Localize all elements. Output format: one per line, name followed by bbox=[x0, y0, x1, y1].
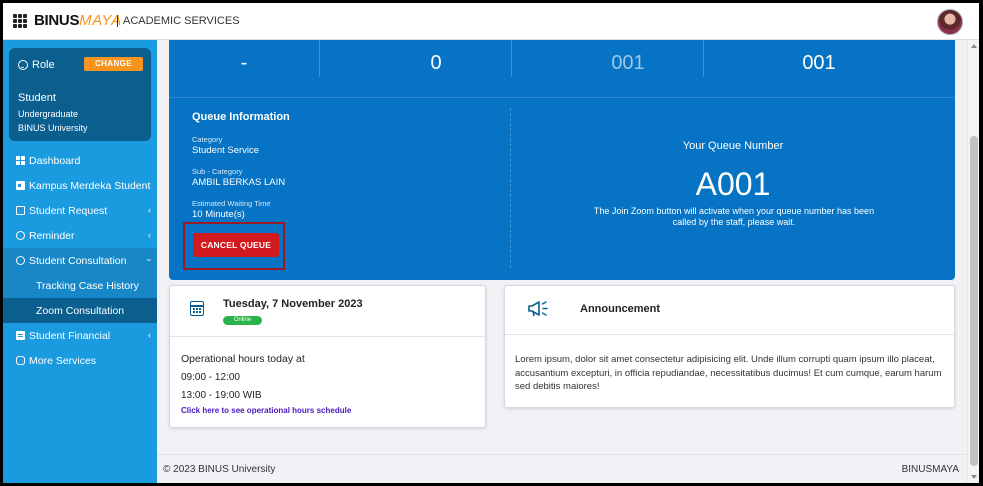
page-scrollbar[interactable] bbox=[967, 40, 979, 483]
more-icon bbox=[16, 356, 25, 365]
sidebar-item-more-services[interactable]: More Services bbox=[3, 348, 157, 373]
top-bar: BINUSMAYA ACADEMIC SERVICES bbox=[3, 3, 979, 40]
announcement-card: Announcement Lorem ipsum, dolor sit amet… bbox=[504, 285, 955, 408]
your-queue-number: A001 bbox=[695, 166, 771, 202]
scroll-thumb[interactable] bbox=[970, 136, 978, 466]
sidebar-item-student-consultation[interactable]: Student Consultation › bbox=[3, 248, 157, 273]
card-divider bbox=[170, 336, 485, 337]
footer-copyright: © 2023 BINUS University bbox=[163, 464, 276, 475]
clock-icon bbox=[16, 256, 25, 265]
queue-panel: - 0 001 001 Queue Information Category S… bbox=[169, 40, 955, 280]
date-label: Tuesday, 7 November 2023 bbox=[223, 298, 363, 310]
chevron-left-icon: ‹ bbox=[148, 205, 151, 215]
sidebar-item-kampus-merdeka[interactable]: Kampus Merdeka Student bbox=[3, 173, 157, 198]
queue-info-title: Queue Information bbox=[192, 111, 290, 123]
subcategory-label: Sub - Category bbox=[192, 167, 243, 176]
category-value: Student Service bbox=[192, 145, 260, 156]
queue-stat-2: 0 bbox=[430, 52, 442, 74]
scroll-up-icon[interactable] bbox=[971, 44, 977, 48]
your-queue-label: Your Queue Number bbox=[682, 140, 784, 152]
queue-note: The Join Zoom button will activate when … bbox=[593, 206, 875, 227]
category-label: Category bbox=[192, 135, 223, 144]
hours-slot-2: 13:00 - 19:00 WIB bbox=[181, 390, 262, 401]
chevron-left-icon: ‹ bbox=[148, 330, 151, 340]
stat-divider bbox=[511, 40, 512, 77]
sidebar-item-student-request[interactable]: Student Request ‹ bbox=[3, 198, 157, 223]
waiting-time-label: Estimated Waiting Time bbox=[192, 199, 271, 208]
status-badge: Online bbox=[223, 316, 262, 325]
role-label: Role bbox=[18, 59, 55, 71]
change-role-button[interactable]: CHANGE bbox=[84, 57, 143, 71]
app-name: ACADEMIC SERVICES bbox=[117, 15, 240, 27]
chevron-left-icon: ‹ bbox=[148, 230, 151, 240]
stat-divider bbox=[319, 40, 320, 77]
dashboard-icon bbox=[16, 156, 25, 165]
scroll-down-icon[interactable] bbox=[971, 475, 977, 479]
app-frame: BINUSMAYA ACADEMIC SERVICES Role CHANGE … bbox=[3, 3, 979, 483]
role-institution: BINUS University bbox=[18, 123, 88, 133]
sidebar-item-dashboard[interactable]: Dashboard bbox=[3, 148, 157, 173]
waiting-time-value: 10 Minute(s) bbox=[192, 209, 245, 220]
sidebar-subitem-zoom-consultation[interactable]: Zoom Consultation bbox=[3, 298, 157, 323]
queue-stat-3: 001 bbox=[611, 52, 645, 74]
queue-stat-4: 001 bbox=[802, 52, 836, 74]
document-icon bbox=[16, 331, 25, 340]
sidebar-nav: Dashboard Kampus Merdeka Student Student… bbox=[3, 148, 157, 373]
announcement-text: Lorem ipsum, dolor sit amet consectetur … bbox=[515, 354, 942, 392]
sidebar-item-reminder[interactable]: Reminder ‹ bbox=[3, 223, 157, 248]
operational-hours-card: Tuesday, 7 November 2023 Online Operatio… bbox=[169, 285, 486, 428]
stat-rule bbox=[169, 97, 955, 98]
footer-brand: BINUSMAYA bbox=[901, 464, 959, 475]
queue-stat-1: - bbox=[240, 52, 248, 74]
megaphone-icon bbox=[528, 301, 548, 317]
calendar-icon bbox=[190, 301, 204, 316]
user-avatar[interactable] bbox=[937, 9, 963, 35]
cancel-queue-button[interactable]: CANCEL QUEUE bbox=[193, 233, 279, 257]
hours-slot-1: 09:00 - 12:00 bbox=[181, 372, 240, 383]
hours-title: Operational hours today at bbox=[181, 353, 305, 365]
app-grid-icon[interactable] bbox=[13, 14, 27, 28]
cancel-highlight-box: CANCEL QUEUE bbox=[183, 222, 285, 270]
sidebar-subitem-tracking-case-history[interactable]: Tracking Case History bbox=[3, 273, 157, 298]
announcement-title: Announcement bbox=[580, 303, 661, 315]
sidebar-item-student-financial[interactable]: Student Financial ‹ bbox=[3, 323, 157, 348]
card-icon bbox=[16, 181, 25, 190]
role-program: Undergraduate bbox=[18, 109, 79, 119]
list-icon bbox=[16, 206, 25, 215]
chevron-down-icon: › bbox=[144, 258, 155, 262]
role-card: Role CHANGE Student Undergraduate BINUS … bbox=[9, 48, 151, 141]
stat-divider bbox=[703, 40, 704, 77]
footer: © 2023 BINUS University BINUSMAYA bbox=[157, 454, 967, 483]
binusmaya-logo[interactable]: BINUSMAYA bbox=[34, 12, 122, 29]
smile-icon bbox=[18, 60, 28, 70]
role-name: Student bbox=[18, 92, 56, 104]
clock-icon bbox=[16, 231, 25, 240]
subcategory-value: AMBIL BERKAS LAIN bbox=[192, 177, 286, 188]
sidebar: Role CHANGE Student Undergraduate BINUS … bbox=[3, 40, 157, 483]
card-divider bbox=[505, 334, 954, 335]
operational-hours-link[interactable]: Click here to see operational hours sche… bbox=[181, 406, 351, 415]
